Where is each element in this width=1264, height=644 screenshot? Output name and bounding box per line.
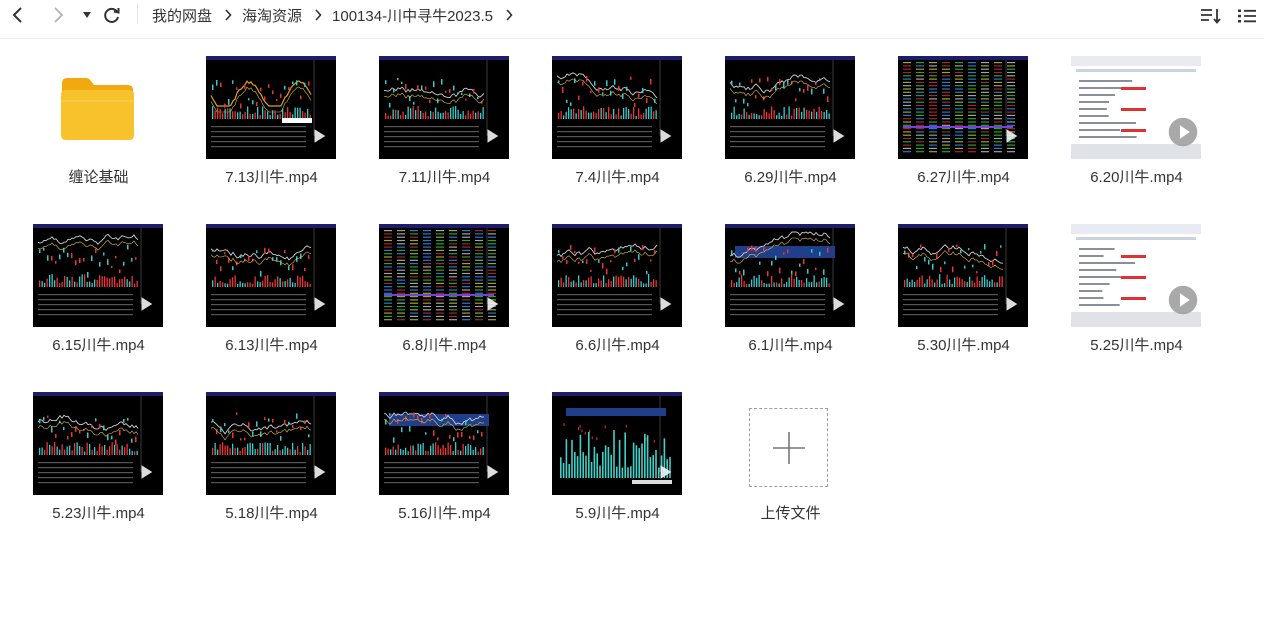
- video-file-item[interactable]: 5.25川牛.mp4: [1050, 224, 1223, 384]
- video-thumbnail[interactable]: [898, 56, 1028, 159]
- play-icon: [141, 465, 153, 479]
- play-icon: [1006, 297, 1018, 311]
- back-button[interactable]: [7, 4, 29, 26]
- file-name: 5.30川牛.mp4: [917, 337, 1010, 354]
- view-mode-button[interactable]: [1236, 6, 1258, 26]
- video-file-item[interactable]: 6.29川牛.mp4: [704, 56, 877, 216]
- breadcrumb-item-resources[interactable]: 海淘资源: [242, 5, 302, 26]
- video-file-item[interactable]: 6.6川牛.mp4: [531, 224, 704, 384]
- video-thumbnail[interactable]: [379, 56, 509, 159]
- play-icon: [1168, 285, 1198, 315]
- breadcrumb-item-current-folder[interactable]: 100134-川中寻牛2023.5: [332, 5, 493, 26]
- caret-down-icon: [83, 12, 91, 18]
- toolbar-divider: [137, 4, 138, 24]
- video-thumbnail[interactable]: [379, 224, 509, 327]
- play-icon: [1168, 117, 1198, 147]
- forward-button[interactable]: [47, 4, 69, 26]
- video-file-item[interactable]: 6.8川牛.mp4: [358, 224, 531, 384]
- refresh-button[interactable]: [101, 4, 123, 26]
- chevron-right-icon[interactable]: [505, 9, 513, 21]
- video-thumbnail[interactable]: [552, 392, 682, 495]
- play-icon: [314, 465, 326, 479]
- refresh-icon: [104, 7, 120, 23]
- sort-icon: [1201, 9, 1221, 24]
- play-icon: [314, 129, 326, 143]
- play-icon: [833, 129, 845, 143]
- video-file-item[interactable]: 7.13川牛.mp4: [185, 56, 358, 216]
- video-thumbnail[interactable]: [725, 224, 855, 327]
- play-icon: [660, 129, 672, 143]
- upload-box[interactable]: [749, 408, 828, 487]
- play-icon: [487, 465, 499, 479]
- video-file-item[interactable]: 7.4川牛.mp4: [531, 56, 704, 216]
- breadcrumb: 我的网盘 海淘资源 100134-川中寻牛2023.5: [152, 5, 513, 25]
- file-name: 7.11川牛.mp4: [398, 169, 491, 186]
- play-icon: [660, 465, 672, 479]
- play-icon: [487, 297, 499, 311]
- video-file-item[interactable]: 5.16川牛.mp4: [358, 392, 531, 552]
- play-icon: [487, 129, 499, 143]
- video-thumbnail[interactable]: [898, 224, 1028, 327]
- file-name: 5.23川牛.mp4: [52, 505, 145, 522]
- video-file-item[interactable]: 6.20川牛.mp4: [1050, 56, 1223, 216]
- file-name: 6.29川牛.mp4: [744, 169, 837, 186]
- video-thumbnail[interactable]: [552, 56, 682, 159]
- toolbar: 我的网盘 海淘资源 100134-川中寻牛2023.5: [0, 0, 1264, 30]
- folder-name: 缠论基础: [68, 169, 129, 186]
- file-name: 6.20川牛.mp4: [1090, 169, 1183, 186]
- video-file-item[interactable]: 6.13川牛.mp4: [185, 224, 358, 384]
- video-file-item[interactable]: 5.9川牛.mp4: [531, 392, 704, 552]
- video-file-item[interactable]: 6.27川牛.mp4: [877, 56, 1050, 216]
- file-name: 6.8川牛.mp4: [402, 337, 487, 354]
- video-file-item[interactable]: 6.15川牛.mp4: [12, 224, 185, 384]
- chevron-left-icon: [12, 7, 22, 23]
- video-thumbnail[interactable]: [1071, 56, 1201, 159]
- chevron-right-icon: [54, 7, 64, 23]
- play-icon: [141, 297, 153, 311]
- file-name: 5.25川牛.mp4: [1090, 337, 1183, 354]
- video-thumbnail[interactable]: [725, 56, 855, 159]
- video-thumbnail[interactable]: [379, 392, 509, 495]
- upload-file-item[interactable]: 上传文件: [704, 392, 877, 552]
- video-thumbnail[interactable]: [206, 392, 336, 495]
- file-name: 5.9川牛.mp4: [575, 505, 660, 522]
- video-thumbnail[interactable]: [206, 56, 336, 159]
- file-name: 6.1川牛.mp4: [748, 337, 833, 354]
- file-name: 6.6川牛.mp4: [575, 337, 660, 354]
- play-icon: [833, 297, 845, 311]
- file-name: 7.13川牛.mp4: [225, 169, 318, 186]
- video-file-item[interactable]: 5.30川牛.mp4: [877, 224, 1050, 384]
- video-file-item[interactable]: 5.18川牛.mp4: [185, 392, 358, 552]
- chevron-right-icon: [224, 9, 232, 21]
- play-icon: [660, 297, 672, 311]
- file-name: 5.16川牛.mp4: [398, 505, 491, 522]
- upload-label: 上传文件: [760, 505, 821, 522]
- video-thumbnail[interactable]: [552, 224, 682, 327]
- video-thumbnail[interactable]: [1071, 224, 1201, 327]
- folder-item[interactable]: 缠论基础: [12, 56, 185, 216]
- list-view-icon: [1238, 9, 1256, 23]
- video-thumbnail[interactable]: [33, 392, 163, 495]
- file-name: 6.27川牛.mp4: [917, 169, 1010, 186]
- video-file-item[interactable]: 6.1川牛.mp4: [704, 224, 877, 384]
- folder-icon: [61, 78, 134, 140]
- history-dropdown-button[interactable]: [76, 4, 98, 26]
- toolbar-divider-line: [0, 38, 1264, 39]
- file-name: 6.15川牛.mp4: [52, 337, 145, 354]
- file-name: 7.4川牛.mp4: [575, 169, 660, 186]
- file-name: 6.13川牛.mp4: [225, 337, 318, 354]
- video-file-item[interactable]: 5.23川牛.mp4: [12, 392, 185, 552]
- chevron-right-icon: [314, 9, 322, 21]
- video-thumbnail[interactable]: [33, 224, 163, 327]
- video-thumbnail[interactable]: [206, 224, 336, 327]
- plus-icon: [772, 431, 805, 464]
- play-icon: [1006, 129, 1018, 143]
- play-icon: [314, 297, 326, 311]
- sort-button[interactable]: [1200, 6, 1222, 26]
- video-file-item[interactable]: 7.11川牛.mp4: [358, 56, 531, 216]
- file-name: 5.18川牛.mp4: [225, 505, 318, 522]
- breadcrumb-item-my-drive[interactable]: 我的网盘: [152, 5, 212, 26]
